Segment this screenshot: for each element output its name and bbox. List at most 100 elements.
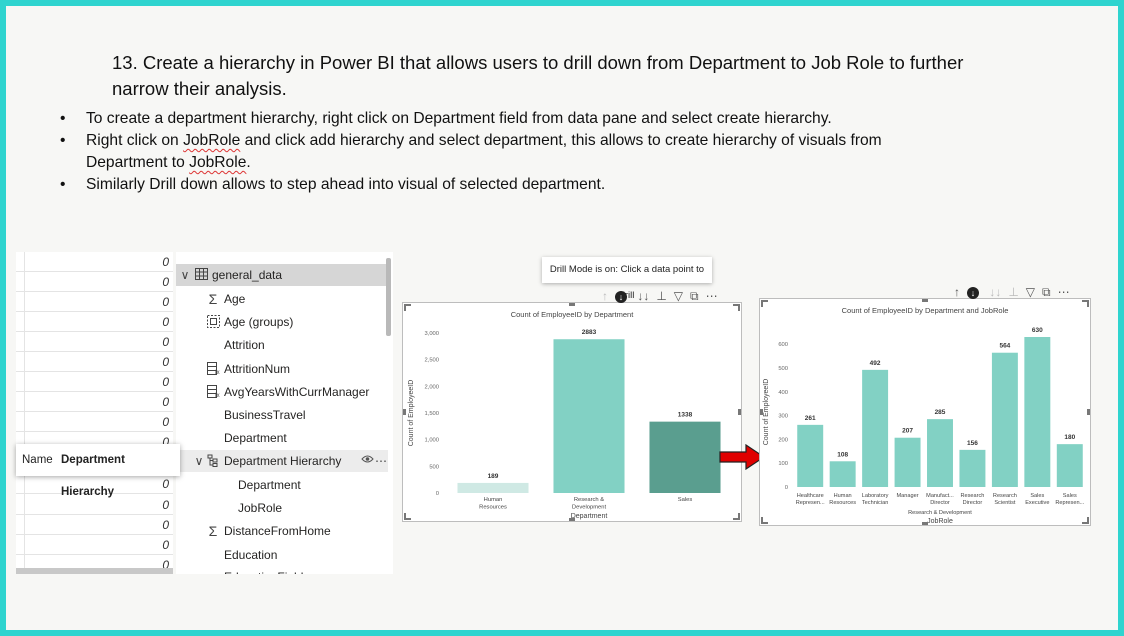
data-label: 261 xyxy=(805,415,816,422)
field-label: Age (groups) xyxy=(224,315,294,329)
eye-icon[interactable] xyxy=(360,453,374,467)
chart-title: Count of EmployeeID by Department and Jo… xyxy=(842,306,1009,315)
y-tick-label: 600 xyxy=(778,342,788,348)
focus-mode-icon[interactable]: ⧉ xyxy=(1042,285,1051,300)
y-tick-label: 300 xyxy=(778,414,788,420)
resize-corner xyxy=(404,513,411,520)
field-label: Attrition xyxy=(224,338,265,352)
go-next-level-icon[interactable]: ↓↓ xyxy=(989,285,1001,299)
resize-handle xyxy=(738,409,741,415)
chart-title: Count of EmployeeID by Department xyxy=(511,310,634,319)
sigma-icon: Σ xyxy=(208,523,218,539)
field-education-field[interactable]: EducationField xyxy=(176,566,388,574)
y-tick-label: 2,500 xyxy=(424,358,439,364)
drill-mode-on-icon[interactable]: ↓ xyxy=(967,287,979,299)
field-distance-from-home[interactable]: Σ DistanceFromHome xyxy=(176,520,388,542)
bar xyxy=(927,419,953,487)
value-cell: 0 xyxy=(16,272,173,292)
sigma-icon: Σ xyxy=(208,291,218,307)
bullet-list: To create a department hierarchy, right … xyxy=(60,108,1070,196)
field-attrition[interactable]: Attrition xyxy=(176,334,388,356)
field-department-hierarchy[interactable]: ∨ Department Hierarchy ⋯ xyxy=(176,450,388,472)
x-tick-label: Human Resources xyxy=(479,497,507,510)
bar xyxy=(959,449,986,487)
x-tick-label: Sales xyxy=(678,497,693,503)
expand-hierarchy-icon[interactable]: ⊥ xyxy=(1008,285,1018,299)
field-department[interactable]: Department xyxy=(176,427,388,449)
resize-handle xyxy=(569,303,575,306)
vertical-scrollbar[interactable] xyxy=(386,258,391,336)
bullet-2-text-b: and click add hierarchy and select depar… xyxy=(240,132,882,149)
resize-corner xyxy=(1082,517,1089,524)
x-tick-label: Sales Represen... xyxy=(1055,493,1084,506)
table-general-data[interactable]: ∨ general_data xyxy=(176,264,388,286)
bar xyxy=(797,424,824,487)
field-avg-years[interactable]: fx AvgYearsWithCurrManager xyxy=(176,381,388,403)
x-axis-label: Department xyxy=(571,513,608,520)
resize-corner xyxy=(733,513,740,520)
value-cell: 0 xyxy=(16,292,173,312)
bullet-2-jobrole: JobRole xyxy=(183,132,241,149)
field-attrition-num[interactable]: fx AttritionNum xyxy=(176,358,388,380)
field-business-travel[interactable]: BusinessTravel xyxy=(176,404,388,426)
bullet-2-jobrole-2: JobRole xyxy=(189,154,247,171)
chevron-down-icon[interactable]: ∨ xyxy=(192,454,206,468)
resize-corner xyxy=(1082,300,1089,307)
value-cell: 0 xyxy=(16,352,173,372)
expand-hierarchy-icon[interactable]: ⊥ xyxy=(656,289,666,303)
filter-icon[interactable]: ▽ xyxy=(1026,285,1035,299)
field-label: DistanceFromHome xyxy=(224,524,331,538)
jobrole-chart-visual[interactable]: Count of EmployeeID by Department and Jo… xyxy=(759,298,1091,526)
x-tick-label: Sales Executive xyxy=(1025,493,1049,506)
field-label: Department xyxy=(238,478,301,492)
bar xyxy=(1024,337,1051,487)
field-education[interactable]: Education xyxy=(176,544,388,566)
resize-corner xyxy=(761,517,768,524)
more-options-icon[interactable]: ⋯ xyxy=(706,289,718,303)
y-tick-label: 0 xyxy=(436,491,439,497)
data-pane: ∨ general_data Σ Age Age (groups) Attrit… xyxy=(176,252,393,574)
data-label: 630 xyxy=(1032,327,1043,334)
y-tick-label: 500 xyxy=(778,366,788,372)
bar xyxy=(829,461,856,487)
go-next-level-icon[interactable]: ↓↓ xyxy=(637,289,649,303)
more-options-icon[interactable]: ⋯ xyxy=(374,454,388,468)
bar xyxy=(1056,444,1083,487)
hierarchy-level-jobrole[interactable]: JobRole xyxy=(176,497,388,519)
drill-up-icon[interactable]: ↑ xyxy=(602,289,608,303)
data-label: 189 xyxy=(488,473,499,480)
data-label: 564 xyxy=(999,343,1010,350)
bar xyxy=(894,437,921,487)
resize-handle xyxy=(403,409,406,415)
focus-mode-icon[interactable]: ⧉ xyxy=(690,289,699,304)
chevron-down-icon[interactable]: ∨ xyxy=(178,268,192,282)
bar xyxy=(991,352,1018,487)
x-axis-label: JobRole xyxy=(927,518,953,525)
resize-handle xyxy=(922,522,928,525)
field-label: BusinessTravel xyxy=(224,408,306,422)
more-options-icon[interactable]: ⋯ xyxy=(1058,285,1070,299)
chart2-toolbar: ↑ ↓ ↓↓ ⊥ ▽ ⧉ ⋯ xyxy=(954,285,1077,300)
y-tick-label: 1,500 xyxy=(424,411,439,417)
y-tick-label: 200 xyxy=(778,437,788,443)
y-tick-label: 100 xyxy=(778,461,788,467)
department-chart-visual[interactable]: Count of EmployeeID by Department 0 500 1,0… xyxy=(402,302,742,522)
x-tick-label: Manufact... Director xyxy=(926,493,954,506)
y-axis-label: Count of EmployeeID xyxy=(763,379,770,446)
hierarchy-level-department[interactable]: Department xyxy=(176,474,388,496)
filter-icon[interactable]: ▽ xyxy=(674,289,683,303)
horizontal-scrollbar[interactable] xyxy=(16,568,173,574)
calculated-column-icon: fx xyxy=(206,362,220,376)
y-tick-label: 0 xyxy=(785,485,788,491)
field-age[interactable]: Σ Age xyxy=(176,288,388,310)
group-icon xyxy=(206,315,220,329)
bullet-2-text-c: Department to xyxy=(86,154,190,171)
hierarchy-icon xyxy=(206,454,220,468)
value-cell: 0 xyxy=(16,332,173,352)
bullet-3: Similarly Drill down allows to step ahea… xyxy=(60,174,1070,196)
resize-corner xyxy=(733,304,740,311)
field-age-groups[interactable]: Age (groups) xyxy=(176,311,388,333)
drill-mode-on-icon[interactable]: ↓ xyxy=(615,291,627,303)
field-label: AttritionNum xyxy=(224,362,291,376)
drill-up-icon[interactable]: ↑ xyxy=(954,285,960,299)
